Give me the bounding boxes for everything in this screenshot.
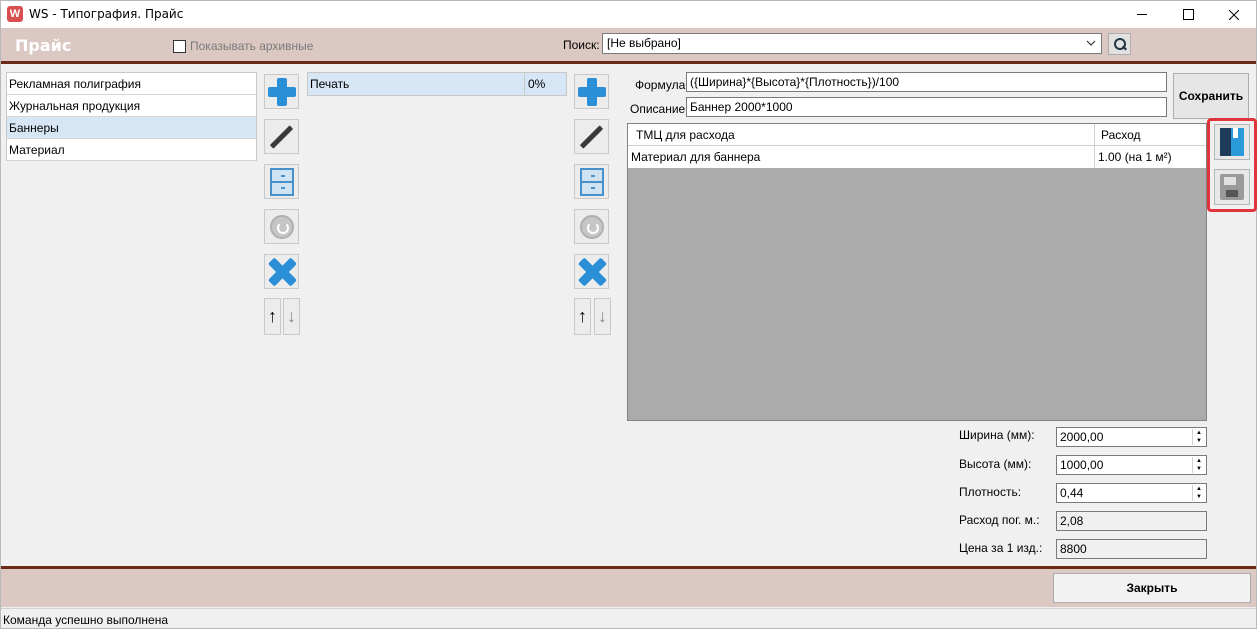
height-label: Высота (мм): — [959, 457, 1032, 471]
service-item-percent: 0% — [524, 73, 548, 95]
restore-icon — [579, 214, 604, 239]
density-input[interactable]: 0,44 ▲ ▼ — [1056, 483, 1207, 503]
save-to-disk-button[interactable] — [1214, 169, 1250, 205]
category-list: Рекламная полиграфия Журнальная продукци… — [6, 72, 257, 161]
add-category-button[interactable] — [264, 74, 299, 109]
edit-category-button[interactable] — [264, 119, 299, 154]
table-row[interactable]: Материал для баннера 1.00 (на 1 м²) — [628, 146, 1206, 168]
category-item[interactable]: Баннеры — [7, 117, 256, 139]
density-label: Плотность: — [959, 485, 1022, 499]
catalog-button[interactable] — [1214, 124, 1250, 160]
cabinet-icon — [579, 167, 604, 196]
archive-category-button[interactable] — [264, 164, 299, 199]
restore-service-button[interactable] — [574, 209, 609, 244]
width-input[interactable]: 2000,00 ▲ ▼ — [1056, 427, 1207, 447]
description-input[interactable]: Баннер 2000*1000 — [686, 97, 1167, 117]
restore-category-button[interactable] — [264, 209, 299, 244]
height-spinner[interactable]: ▲ ▼ — [1192, 457, 1205, 473]
search-label: Поиск: — [563, 38, 600, 52]
width-spinner[interactable]: ▲ ▼ — [1192, 429, 1205, 445]
move-down-button[interactable]: ↓ — [283, 298, 300, 335]
search-button[interactable] — [1108, 33, 1131, 55]
width-value: 2000,00 — [1060, 430, 1104, 444]
category-item[interactable]: Рекламная полиграфия — [7, 73, 256, 95]
density-spinner[interactable]: ▲ ▼ — [1192, 485, 1205, 501]
close-button[interactable]: Закрыть — [1053, 573, 1251, 603]
pencil-icon — [579, 124, 604, 149]
service-item[interactable]: Печать 0% — [308, 73, 566, 95]
search-select[interactable]: [Не выбрано] — [602, 33, 1102, 54]
close-window-button[interactable] — [1211, 1, 1257, 28]
width-label: Ширина (мм): — [959, 428, 1035, 442]
window-title: WS - Типография. Прайс — [29, 7, 184, 21]
page-title: Прайс — [15, 36, 72, 55]
formula-label: Формула: — [635, 78, 689, 92]
column-header-consumption[interactable]: Расход — [1094, 124, 1206, 146]
price-label: Цена за 1 изд.: — [959, 541, 1043, 555]
service-move-down-button[interactable]: ↓ — [594, 298, 611, 335]
add-service-button[interactable] — [574, 74, 609, 109]
delete-icon — [578, 258, 606, 286]
show-archived-label: Показывать архивные — [190, 39, 314, 53]
column-header-material[interactable]: ТМЦ для расхода — [628, 124, 1094, 146]
close-icon — [1229, 9, 1239, 20]
price-field: 8800 — [1056, 539, 1207, 559]
floppy-disk-icon — [1220, 174, 1244, 200]
table-cell-material: Материал для баннера — [631, 150, 761, 164]
description-label: Описание: — [630, 102, 689, 116]
show-archived-checkbox[interactable] — [173, 40, 186, 53]
table-header: ТМЦ для расхода Расход — [628, 124, 1206, 146]
delete-icon — [268, 258, 296, 286]
plus-icon — [577, 77, 606, 106]
plus-icon — [267, 77, 296, 106]
cabinet-icon — [269, 167, 294, 196]
title-bar: W WS - Типография. Прайс — [1, 1, 1256, 28]
chevron-down-icon — [1086, 40, 1096, 46]
height-value: 1000,00 — [1060, 458, 1104, 472]
restore-icon — [269, 214, 294, 239]
header-bar: Прайс Показывать архивные Поиск: [Не выб… — [1, 28, 1256, 64]
formula-input[interactable]: ({Ширина}*{Высота}*{Плотность})/100 — [686, 72, 1167, 92]
save-button[interactable]: Сохранить — [1173, 73, 1249, 119]
app-window: W WS - Типография. Прайс Прайс Показыват… — [0, 0, 1257, 629]
status-bar: Команда успешно выполнена — [1, 608, 1256, 628]
archive-service-button[interactable] — [574, 164, 609, 199]
minimize-button[interactable] — [1119, 1, 1165, 28]
search-select-value: [Не выбрано] — [607, 36, 681, 50]
materials-table: ТМЦ для расхода Расход Материал для банн… — [627, 123, 1207, 421]
service-move-up-button[interactable]: ↑ — [574, 298, 591, 335]
category-item[interactable]: Материал — [7, 139, 256, 161]
maximize-button[interactable] — [1165, 1, 1211, 28]
move-up-button[interactable]: ↑ — [264, 298, 281, 335]
delete-category-button[interactable] — [264, 254, 299, 289]
linear-consumption-field: 2,08 — [1056, 511, 1207, 531]
category-item[interactable]: Журнальная продукция — [7, 95, 256, 117]
delete-service-button[interactable] — [574, 254, 609, 289]
edit-service-button[interactable] — [574, 119, 609, 154]
book-icon — [1220, 128, 1244, 156]
service-item-label: Печать — [310, 77, 350, 91]
density-value: 0,44 — [1060, 486, 1084, 500]
table-cell-consumption: 1.00 (на 1 м²) — [1094, 146, 1206, 168]
search-icon — [1113, 38, 1126, 50]
service-list: Печать 0% — [307, 72, 567, 96]
linear-consumption-label: Расход пог. м.: — [959, 513, 1040, 527]
height-input[interactable]: 1000,00 ▲ ▼ — [1056, 455, 1207, 475]
pencil-icon — [269, 124, 294, 149]
app-logo-icon: W — [7, 6, 23, 22]
